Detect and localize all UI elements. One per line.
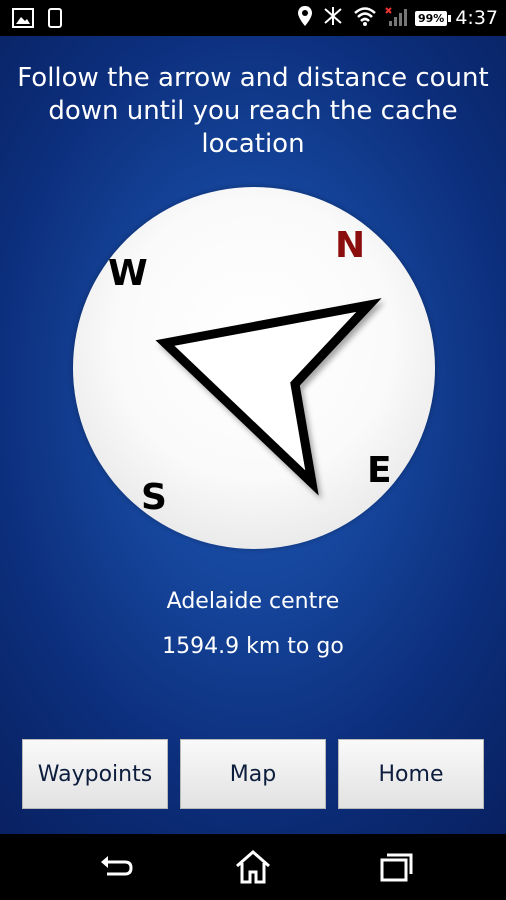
status-bar: 99% 4:37 [0, 0, 506, 36]
recents-icon[interactable] [375, 848, 415, 886]
battery-icon: 99% [414, 10, 452, 26]
image-icon [12, 8, 34, 32]
distance-remaining: 1594.9 km to go [162, 634, 344, 659]
map-button[interactable]: Map [180, 739, 326, 809]
clock: 4:37 [455, 7, 498, 29]
signal-icon [385, 5, 407, 31]
back-icon[interactable] [95, 848, 135, 886]
home-icon[interactable] [233, 848, 273, 886]
instruction-text: Follow the arrow and distance count down… [17, 63, 489, 159]
direction-arrow-icon [155, 298, 382, 496]
home-button[interactable]: Home [338, 739, 484, 809]
phone-icon [48, 8, 62, 32]
wifi-icon [353, 5, 377, 31]
navigation-bar [0, 834, 506, 900]
compass: N W E S [73, 187, 435, 549]
mute-icon [321, 5, 345, 31]
location-icon [297, 5, 313, 31]
main-content: Follow the arrow and distance count down… [0, 36, 506, 834]
destination-name: Adelaide centre [166, 589, 340, 614]
waypoints-button[interactable]: Waypoints [22, 739, 168, 809]
